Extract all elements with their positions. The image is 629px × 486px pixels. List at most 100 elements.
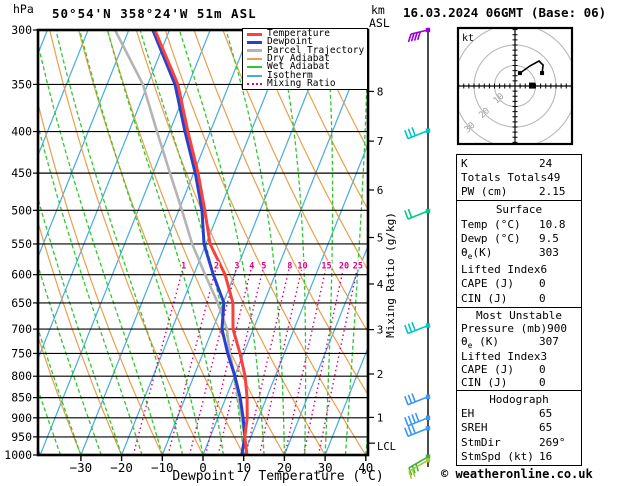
stats-row: EH 65 — [461, 407, 577, 420]
stats-label: EH — [461, 407, 475, 421]
wind-barb-tick — [411, 127, 416, 137]
wind-barb-tick — [404, 417, 409, 427]
stats-label: Pressure (mb) — [461, 322, 548, 335]
km-tick-label: 7 — [377, 135, 384, 148]
legend-item: Mixing Ratio — [247, 77, 367, 89]
legend-swatch-thin — [247, 57, 262, 60]
stats-value: 0 — [539, 291, 546, 305]
wet-adiabat-line — [344, 30, 368, 455]
pressure-tick-label: 400 — [11, 125, 32, 139]
stats-label: CIN (J) — [461, 376, 508, 390]
temperature-tick-label: −20 — [110, 460, 133, 475]
stats-row: Lifted Index 6 — [461, 263, 577, 276]
x-axis-label: Dewpoint / Temperature (°C) — [172, 469, 383, 484]
mixing-ratio-axis-label: Mixing Ratio (g/kg) — [384, 212, 397, 338]
lcl-label: LCL — [377, 441, 396, 453]
wind-barb-marker — [425, 323, 431, 328]
legend-swatch-thin — [247, 66, 262, 69]
stats-indices-box: K 24 Totals Totals 49 PW (cm) 2.15 — [456, 154, 582, 201]
copyright-label: © weatheronline.co.uk — [441, 467, 593, 481]
wind-barb-tick — [407, 394, 413, 404]
stats-label: θe(K) — [461, 246, 493, 262]
pressure-tick-label: 950 — [11, 430, 32, 444]
mixing-ratio-value-label: 15 — [321, 262, 331, 272]
stats-label: Dewp (°C) — [461, 232, 521, 246]
km-tick-label: 5 — [377, 231, 384, 244]
stats-label: Lifted Index — [461, 350, 541, 364]
mixing-ratio-value-label: 10 — [297, 262, 307, 272]
wind-barb-marker — [425, 458, 431, 463]
wind-barb-tick — [404, 324, 409, 334]
wind-barb-tick — [404, 129, 409, 139]
stats-value: 0 — [539, 376, 546, 390]
temperature-curve — [153, 30, 249, 455]
stats-row: CIN (J) 0 — [461, 292, 577, 305]
dry-adiabat-line — [251, 30, 368, 272]
mixing-ratio-value-label: 2 — [214, 262, 219, 272]
stats-label: Temp (°C) — [461, 217, 521, 231]
wind-barb-tick — [407, 128, 413, 138]
wind-barb-tick — [411, 321, 416, 331]
wind-barb-marker — [425, 128, 431, 133]
mixing-ratio-line — [302, 262, 346, 455]
pressure-tick-label: 1000 — [4, 448, 32, 462]
mixing-ratio-value-label: 3 — [234, 262, 239, 272]
wind-barb-marker — [425, 27, 431, 33]
stats-label: StmSpd (kt) — [461, 449, 534, 463]
wind-barb-tick — [404, 427, 409, 437]
wind-barb-tick — [407, 415, 413, 425]
pressure-tick-label: 750 — [11, 346, 32, 360]
pressure-tick-label: 500 — [11, 203, 32, 217]
stats-row: θe(K) 303 — [461, 246, 577, 261]
pressure-unit-label: hPa — [13, 2, 34, 16]
stats-label: PW (cm) — [461, 185, 508, 198]
wet-adiabat-line — [276, 30, 307, 455]
wet-adiabat-line — [38, 40, 163, 455]
stats-label: K — [461, 157, 468, 170]
wind-barb-tick — [407, 426, 413, 436]
skewt-sounding-screen: 1 2 3 4 5 8 10 15 20 25 300 350 400 450 500 550 600 650 70… — [0, 0, 629, 486]
legend-swatch-thick — [247, 32, 262, 36]
stats-label: Lifted Index — [461, 262, 541, 276]
stats-value: 10.8 — [539, 217, 566, 231]
km-tick-label: 6 — [377, 184, 384, 197]
pressure-tick-label: 700 — [11, 322, 32, 336]
stats-label: CAPE (J) — [461, 277, 514, 291]
mixing-ratio-value-label: 25 — [353, 262, 363, 272]
stats-section-title: Surface — [495, 203, 543, 217]
stats-row: Pressure (mb) 900 — [461, 322, 577, 335]
legend-box: Temperature Dewpoint Parcel Trajectory Dry … — [242, 28, 368, 90]
temperature-tick-label: −10 — [151, 460, 174, 475]
legend-swatch-thin — [247, 74, 262, 77]
temperature-tick-label: −30 — [70, 460, 93, 475]
stats-most-unstable-box: Most Unstable Pressure (mb) 900 θe (K) 307 Li… — [456, 307, 582, 391]
stats-value: 16 — [539, 449, 553, 463]
mixing-ratio-value-label: 5 — [261, 262, 266, 272]
dry-adiabat-line — [38, 101, 163, 455]
wind-barb-column — [404, 27, 431, 480]
stats-row: CIN (J) 0 — [461, 376, 577, 389]
pressure-tick-label: 350 — [11, 77, 32, 91]
wind-barb — [404, 393, 431, 406]
hodograph-trace-dot — [540, 71, 545, 76]
dry-adiabat-line — [135, 30, 326, 455]
wind-barb — [407, 27, 431, 43]
stats-value: 65 — [539, 407, 553, 421]
legend-label: Mixing Ratio — [267, 77, 336, 89]
wind-barb-tick — [411, 393, 416, 403]
stats-row: Totals Totals 49 — [461, 171, 577, 184]
wind-barb — [404, 127, 431, 140]
stats-label: StmDir — [461, 435, 501, 449]
wind-barb-marker — [425, 394, 431, 399]
stats-row: Temp (°C) 10.8 — [461, 218, 577, 231]
wind-barb-tick — [411, 414, 416, 424]
pressure-tick-label: 650 — [11, 296, 32, 310]
legend-swatch-thick — [247, 40, 262, 44]
stats-surface-box: Surface Temp (°C) 10.8 Dewp (°C) 9.5 θe(K) 303… — [456, 200, 582, 308]
stats-label: CAPE (J) — [461, 363, 514, 377]
wind-barb-marker — [425, 426, 431, 431]
pressure-tick-label: 800 — [11, 369, 32, 383]
stats-row: PW (cm) 2.15 — [461, 185, 577, 198]
stats-value: 307 — [539, 335, 559, 348]
mixing-ratio-value-label: 1 — [181, 262, 186, 272]
